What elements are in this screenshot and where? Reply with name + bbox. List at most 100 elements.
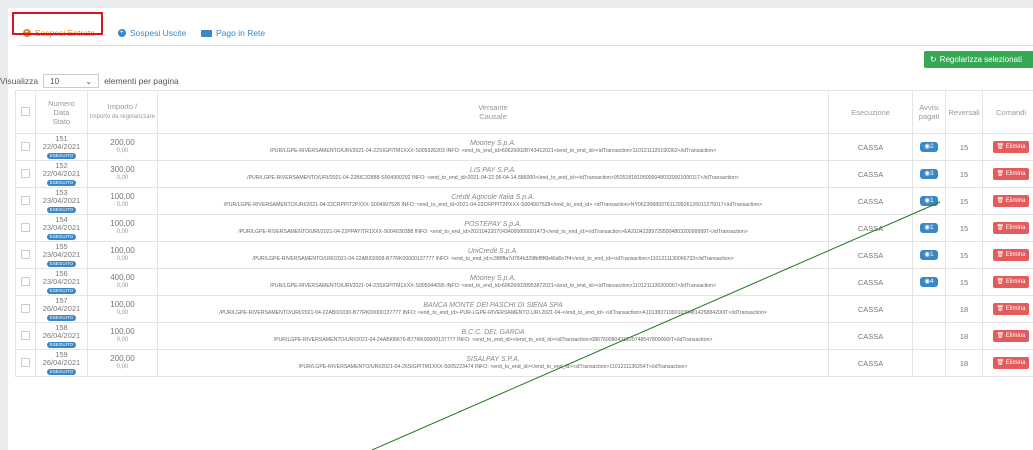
trash-icon: 🗑: [996, 198, 1006, 204]
importo-header[interactable]: Importo / Importo da regolarizzare: [86, 90, 158, 134]
row-importo: 200,00: [110, 354, 135, 363]
comandi-header: Comandi: [981, 90, 1033, 134]
avvisi-cell: ◉1: [912, 241, 946, 269]
row-checkbox[interactable]: [20, 195, 30, 205]
numero-label: Numero: [48, 98, 75, 108]
row-importo: 100,00: [110, 192, 135, 201]
avvisi-count: 1: [930, 224, 934, 231]
row-select-cell: [15, 160, 36, 188]
avvisi-button[interactable]: ◉1: [920, 196, 938, 206]
select-all-header: [15, 90, 36, 134]
table-row[interactable]: 156 23/04/2021 ESEGUITO 400,00 0,00 Moon…: [15, 268, 1033, 296]
table-row[interactable]: 153 23/04/2021 ESEGUITO 100,00 0,00 Créd…: [15, 187, 1033, 215]
row-causale: /PUR/LGPE-RIVERSAMENTO/URI/2021-04-22CRP…: [223, 202, 763, 208]
comandi-cell: 🗑 Elimina: [981, 322, 1033, 350]
row-importo: 400,00: [110, 273, 135, 282]
elimina-button[interactable]: 🗑 Elimina: [992, 249, 1030, 261]
row-checkbox[interactable]: [20, 276, 30, 286]
tab-pago-in-rete[interactable]: Pago in Rete: [201, 24, 265, 42]
page-size-select[interactable]: 10 ⌄: [43, 74, 100, 88]
row-versante: UniCredit S.p.A.: [467, 248, 519, 255]
row-causale: /PUR/LGPE-RIVERSAMENTO/URI/2021-04-22SIG…: [269, 148, 717, 154]
reversali-cell: 18: [945, 295, 983, 323]
avvisi-count: 3: [930, 170, 934, 177]
row-regolarizzare: 0,00: [116, 202, 129, 208]
comandi-cell: 🗑 Elimina: [981, 214, 1033, 242]
avvisi-button[interactable]: ◉4: [920, 277, 938, 287]
versante-cell: Mooney S.p.A. /PUR/LGPE-RIVERSAMENTO/URI…: [156, 133, 830, 161]
table-row[interactable]: 157 26/04/2021 ESEGUITO 100,00 0,00 BANC…: [15, 295, 1033, 323]
avvisi-button[interactable]: ◉1: [920, 250, 938, 260]
elimina-label: Elimina: [1005, 360, 1026, 366]
elimina-button[interactable]: 🗑 Elimina: [992, 141, 1030, 153]
avvisi-cell: ◉2: [912, 133, 946, 161]
avvisi-header[interactable]: Avvisi pagati: [912, 90, 946, 134]
versante-header[interactable]: Versante Causale: [156, 90, 830, 134]
versante-cell: POSTEPAY S.p.A. /PUR/LGPE-RIVERSAMENTO/U…: [156, 214, 830, 242]
row-select-cell: [15, 268, 36, 296]
table-row[interactable]: 155 23/04/2021 ESEGUITO 100,00 0,00 UniC…: [15, 241, 1033, 269]
row-checkbox[interactable]: [20, 357, 30, 367]
row-versante: POSTEPAY S.p.A.: [464, 221, 522, 228]
row-checkbox[interactable]: [20, 249, 30, 259]
row-reversali: 15: [959, 169, 969, 179]
elimina-button[interactable]: 🗑 Elimina: [992, 195, 1030, 207]
sospesi-table: Numero Data Stato Importo / Importo da r…: [15, 90, 1033, 377]
avvisi-label: Avvisi pagati: [918, 103, 940, 121]
table-row[interactable]: 152 22/04/2021 ESEGUITO 300,00 0,00 LIS …: [15, 160, 1033, 188]
avvisi-button[interactable]: ◉1: [920, 223, 938, 233]
row-date: 23/04/2021: [42, 250, 81, 259]
reversali-cell: 18: [945, 322, 983, 350]
status-badge: ESEGUITO: [46, 180, 77, 186]
elimina-button[interactable]: 🗑 Elimina: [992, 222, 1030, 234]
row-regolarizzare: 0,00: [116, 310, 129, 316]
row-esecuzione: CASSA: [857, 331, 884, 341]
row-checkbox[interactable]: [20, 303, 30, 313]
status-badge: ESEGUITO: [46, 342, 77, 348]
elimina-button[interactable]: 🗑 Elimina: [992, 168, 1030, 180]
row-esecuzione: CASSA: [857, 250, 884, 260]
table-row[interactable]: 159 26/04/2021 ESEGUITO 200,00 0,00 SISA…: [15, 349, 1033, 377]
row-reversali: 18: [959, 358, 969, 368]
avvisi-button[interactable]: ◉2: [920, 142, 938, 152]
elimina-button[interactable]: 🗑 Elimina: [992, 303, 1030, 315]
select-all-checkbox[interactable]: [20, 106, 30, 116]
versante-cell: LIS PAY S.P.A. /PUR/LGPE-RIVERSAMENTO/UR…: [156, 160, 830, 188]
table-row[interactable]: 151 22/04/2021 ESEGUITO 200,00 0,00 Moon…: [15, 133, 1033, 161]
elimina-button[interactable]: 🗑 Elimina: [992, 276, 1030, 288]
avvisi-count: 1: [930, 251, 934, 258]
row-esecuzione: CASSA: [857, 358, 884, 368]
elimina-button[interactable]: 🗑 Elimina: [992, 357, 1030, 369]
reversali-header[interactable]: Reversali: [945, 90, 983, 134]
row-checkbox[interactable]: [20, 168, 30, 178]
numero-cell: 151 22/04/2021 ESEGUITO: [34, 133, 88, 161]
esecuzione-header[interactable]: Esecuzione: [828, 90, 914, 134]
trash-icon: 🗑: [996, 171, 1006, 177]
table-row[interactable]: 158 26/04/2021 ESEGUITO 100,00 0,00 B.C.…: [15, 322, 1033, 350]
table-row[interactable]: 154 23/04/2021 ESEGUITO 100,00 0,00 POST…: [15, 214, 1033, 242]
versante-cell: B.C.C. DEL GARDA /PUR/LGPE-RIVERSAMENTO/…: [156, 322, 830, 350]
row-checkbox[interactable]: [20, 141, 30, 151]
importo-cell: 100,00 0,00: [86, 241, 158, 269]
esecuzione-cell: CASSA: [828, 295, 914, 323]
numero-cell: 153 23/04/2021 ESEGUITO: [34, 187, 88, 215]
row-causale: /PUR/LGPE-RIVERSAMENTO/URI/2021-04-26SIG…: [298, 364, 688, 370]
row-esecuzione: CASSA: [857, 142, 884, 152]
numero-cell: 159 26/04/2021 ESEGUITO: [34, 349, 88, 377]
numero-cell: 152 22/04/2021 ESEGUITO: [34, 160, 88, 188]
tab-sospesi-uscite[interactable]: Sospesi Uscite: [118, 24, 186, 42]
row-versante: B.C.C. DEL GARDA: [461, 329, 525, 336]
versante-label: Versante: [478, 103, 508, 112]
regolarizza-selezionati-button[interactable]: ↻ Regolarizza selezionati: [924, 51, 1033, 68]
comandi-cell: 🗑 Elimina: [981, 133, 1033, 161]
elimina-label: Elimina: [1005, 171, 1026, 177]
trash-icon: 🗑: [996, 360, 1006, 366]
elimina-button[interactable]: 🗑 Elimina: [992, 330, 1030, 342]
tab-bar: Sospesi Entrate Sospesi Uscite Pago in R…: [18, 18, 1033, 46]
trash-icon: 🗑: [996, 144, 1006, 150]
numero-header[interactable]: Numero Data Stato: [34, 90, 88, 134]
row-checkbox[interactable]: [20, 330, 30, 340]
avvisi-button[interactable]: ◉3: [920, 169, 938, 179]
importo-cell: 200,00 0,00: [86, 349, 158, 377]
row-checkbox[interactable]: [20, 222, 30, 232]
